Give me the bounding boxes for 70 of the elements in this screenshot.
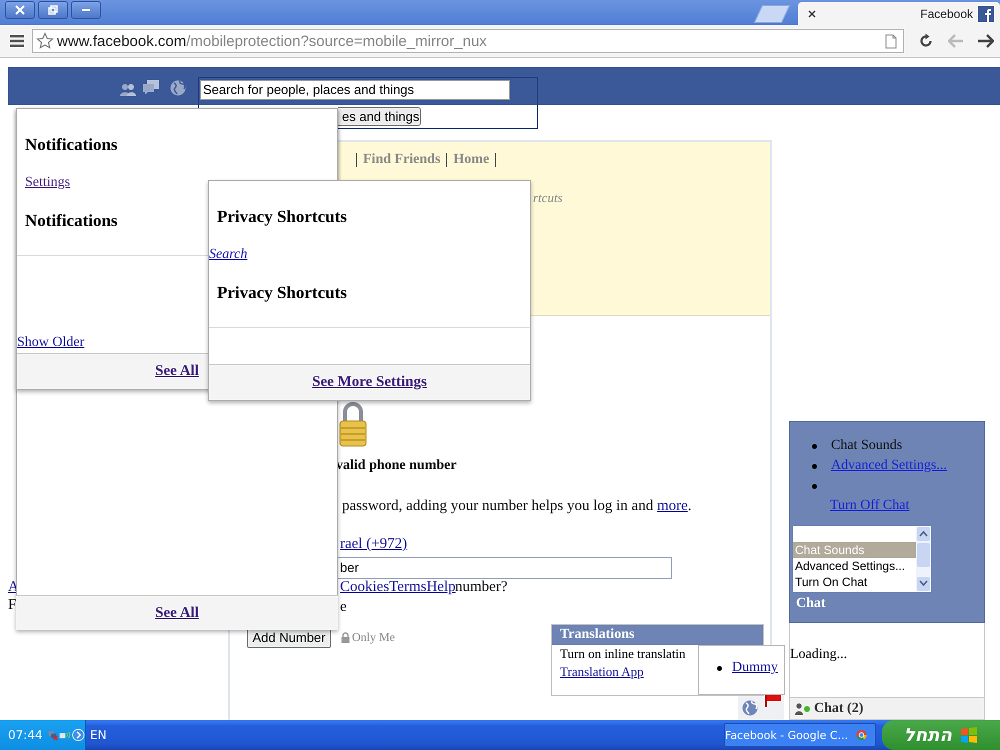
language-indicator[interactable]: EN	[90, 728, 107, 742]
page-icon	[885, 34, 897, 48]
reload-icon	[918, 33, 934, 49]
bullet-icon	[812, 484, 817, 488]
bullet-icon	[717, 666, 722, 670]
chat-bar[interactable]: Chat (2)	[789, 697, 985, 720]
padlock-icon	[338, 401, 368, 447]
close-icon	[808, 10, 816, 18]
letter-f-icon	[978, 6, 994, 22]
see-all-link[interactable]: See All	[155, 604, 199, 622]
footer-link[interactable]: Help	[426, 579, 456, 596]
round-logo-icon	[856, 727, 867, 743]
restore-button[interactable]	[38, 1, 68, 19]
close-icon	[15, 5, 25, 15]
popup-title: Privacy Shortcuts	[217, 283, 347, 303]
restore-icon	[48, 5, 58, 15]
padlock-icon	[341, 632, 350, 643]
globe-icon	[742, 700, 758, 716]
star-icon	[36, 32, 54, 50]
popup-title: Privacy Shortcuts	[217, 207, 347, 227]
menu-text: Chat Sounds	[831, 438, 902, 454]
taskbar-button[interactable]: Facebook - Google C...	[724, 723, 876, 747]
close-button[interactable]	[5, 1, 35, 19]
see-all-link[interactable]: See All	[155, 363, 199, 380]
chat-title: Chat	[795, 595, 827, 613]
menu-icon	[10, 35, 24, 47]
add-number-button[interactable]: Add Number	[247, 628, 331, 648]
question-text: number?	[455, 579, 508, 596]
options-list[interactable]: Chat Sounds Advanced Settings... Turn On Chat	[793, 526, 931, 592]
search-field[interactable]: Search for people, places and things	[200, 80, 510, 100]
show-older-link[interactable]: Show Older	[17, 335, 84, 351]
footer-link[interactable]: Terms	[389, 579, 426, 596]
list-option[interactable]: Advanced Settings...	[793, 558, 916, 574]
more-link[interactable]: more	[656, 498, 688, 514]
loading-text: Loading...	[790, 647, 848, 662]
clock-text: 07:44	[8, 728, 43, 742]
minimize-icon	[82, 9, 90, 11]
note-text: e	[340, 599, 347, 616]
person-online-icon	[795, 702, 811, 714]
bullet-icon	[812, 464, 817, 468]
description-text: password, adding your number helps you log in and more.	[342, 498, 692, 515]
faded-text: rtcuts	[533, 190, 563, 206]
popup-title: Notifications	[25, 135, 118, 155]
forward-arrow-icon	[978, 34, 994, 48]
windows-flag-icon	[960, 727, 978, 743]
search-link[interactable]: Search	[209, 247, 248, 263]
friends-icon	[120, 82, 136, 96]
phone-field[interactable]: ber	[338, 557, 672, 579]
back-arrow-icon	[948, 34, 964, 48]
panel-title: Translations	[552, 625, 763, 645]
error-heading: valid phone number	[336, 458, 457, 474]
url-text: www.facebook.com/mobileprotection?source=mobile_mirror_nux	[57, 32, 487, 50]
browser-tab[interactable]: Facebook	[798, 2, 1000, 25]
messages-icon	[143, 80, 159, 94]
settings-link[interactable]: Settings	[25, 175, 70, 191]
bullet-icon	[812, 444, 817, 448]
see-more-settings-link[interactable]: See More Settings	[312, 374, 427, 391]
start-button[interactable]: התחל	[882, 720, 1000, 750]
address-bar[interactable]: www.facebook.com/mobileprotection?source=mobile_mirror_nux	[32, 29, 904, 53]
popup-title: Notifications	[25, 211, 118, 231]
country-link[interactable]: rael (+972)	[340, 536, 408, 553]
list-option[interactable]: Turn On Chat	[793, 574, 916, 590]
search-button[interactable]: es and things	[338, 107, 421, 126]
menu-link[interactable]: Dummy	[732, 660, 778, 676]
scrollbar-icon	[916, 526, 931, 592]
audience-selector[interactable]: Only Me	[341, 630, 395, 645]
minimize-button[interactable]	[71, 1, 101, 19]
globe-icon	[170, 80, 186, 96]
page-text: F	[8, 597, 16, 614]
footer-link[interactable]: Cookies	[340, 579, 390, 596]
